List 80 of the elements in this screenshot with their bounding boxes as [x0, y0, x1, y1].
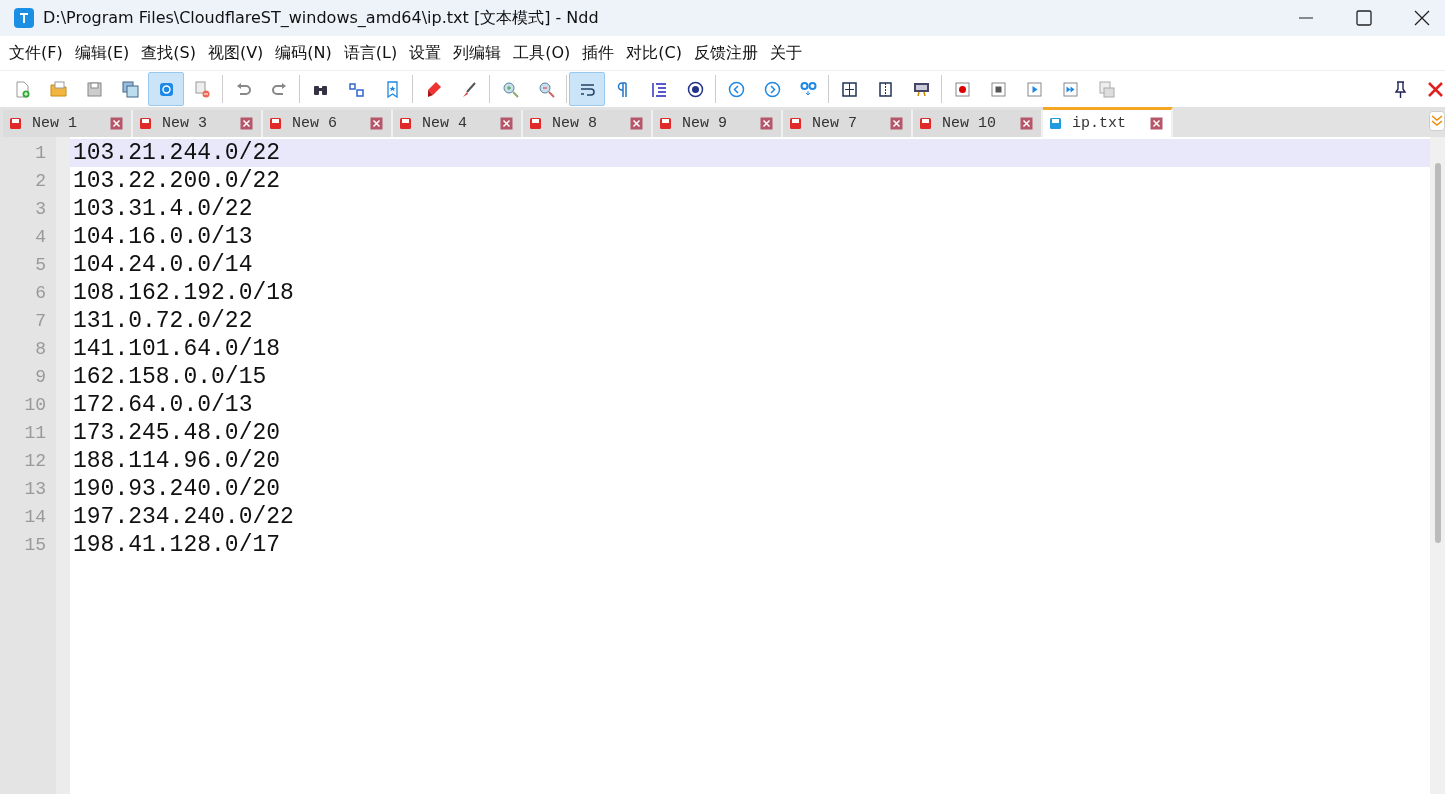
menu-item[interactable]: 关于 [763, 42, 808, 64]
app-icon [13, 7, 35, 29]
tab-close-icon[interactable] [1020, 117, 1033, 130]
file-tab[interactable]: New 4 [393, 110, 523, 137]
zoom-out-icon [536, 79, 556, 99]
menu-item[interactable]: 对比(C) [620, 42, 688, 64]
menu-item[interactable]: 工具(O) [507, 42, 577, 64]
save-icon [84, 79, 104, 99]
close-files-icon [192, 79, 212, 99]
line-number: 12 [23, 450, 47, 473]
fast-forward-icon [1060, 79, 1080, 99]
tab-close-icon[interactable] [630, 117, 643, 130]
file-tab[interactable]: New 9 [653, 110, 783, 137]
file-tab[interactable]: ip.txt [1043, 107, 1173, 137]
text-line: 188.114.96.0/20 [72, 447, 282, 475]
text-line: 172.64.0.0/13 [72, 391, 254, 419]
line-number: 9 [34, 366, 47, 389]
line-number: 6 [34, 282, 47, 305]
file-tab[interactable]: New 10 [913, 110, 1043, 137]
text-line: 104.16.0.0/13 [72, 223, 254, 251]
menu-item[interactable]: 插件 [576, 42, 621, 64]
tab-close-icon[interactable] [890, 117, 903, 130]
zoom-in-icon [500, 79, 520, 99]
menu-item[interactable]: 反馈注册 [687, 42, 764, 64]
line-number: 14 [23, 506, 47, 529]
menu-item[interactable]: 编辑(E) [68, 42, 136, 64]
line-number: 8 [34, 338, 47, 361]
file-tab[interactable]: New 7 [783, 110, 913, 137]
next-icon [762, 79, 782, 99]
text-line: 198.41.128.0/17 [72, 531, 282, 559]
target-icon [685, 79, 705, 99]
maximize-icon[interactable] [1355, 9, 1373, 27]
menu-item[interactable]: 视图(V) [201, 42, 270, 64]
stop-icon [988, 79, 1008, 99]
text-line: 103.31.4.0/22 [72, 195, 254, 223]
text-line: 131.0.72.0/22 [72, 307, 254, 335]
menu-item[interactable]: 文件(F) [3, 42, 69, 64]
tab-close-icon[interactable] [370, 117, 383, 130]
split-icon [839, 79, 859, 99]
file-tab[interactable]: New 6 [263, 110, 393, 137]
text-line: 197.234.240.0/22 [72, 503, 295, 531]
play-icon [1024, 79, 1044, 99]
tab-close-icon[interactable] [240, 117, 253, 130]
close-icon[interactable] [1413, 9, 1431, 27]
text-line: 190.93.240.0/20 [72, 475, 282, 503]
line-number: 2 [34, 170, 47, 193]
menu-item[interactable]: 查找(S) [135, 42, 202, 64]
tab-close-icon[interactable] [1150, 117, 1163, 130]
previous-icon [726, 79, 746, 99]
line-number: 15 [23, 534, 47, 557]
text-line: 141.101.64.0/18 [72, 335, 282, 363]
menu-item[interactable]: 编码(N) [269, 42, 338, 64]
line-number: 13 [23, 478, 47, 501]
line-number: 7 [34, 310, 47, 333]
tab-close-icon[interactable] [760, 117, 773, 130]
line-number: 10 [23, 394, 47, 417]
folder-icon [48, 79, 68, 99]
text-line: 162.158.0.0/15 [72, 363, 268, 391]
file-tab[interactable]: New 3 [133, 110, 263, 137]
menu-item[interactable]: 列编辑 [447, 42, 508, 64]
file-tab[interactable]: New 1 [3, 110, 133, 137]
tab-close-icon[interactable] [110, 117, 123, 130]
line-number: 3 [34, 198, 47, 221]
tab-close-icon[interactable] [500, 117, 513, 130]
line-number: 4 [34, 226, 47, 249]
save-all-icon [120, 79, 140, 99]
line-number: 1 [34, 142, 47, 165]
record-icon [952, 79, 972, 99]
text-line: 173.245.48.0/20 [72, 419, 282, 447]
scrollbar[interactable] [1430, 137, 1445, 794]
file-tab[interactable]: New 8 [523, 110, 653, 137]
line-number: 5 [34, 254, 47, 277]
menu-item[interactable]: 语言(L) [337, 42, 404, 64]
text-line: 103.22.200.0/22 [72, 167, 282, 195]
text-line: 104.24.0.0/14 [72, 251, 254, 279]
line-number: 11 [23, 422, 47, 445]
window-title: D:\Program Files\CloudflareST_windows_amd64\ip.txt [文本模式] - Ndd [43, 7, 600, 29]
menu-item[interactable]: 设置 [403, 42, 448, 64]
text-line: 108.162.192.0/18 [72, 279, 295, 307]
chevron-down-icon[interactable] [1429, 111, 1445, 131]
